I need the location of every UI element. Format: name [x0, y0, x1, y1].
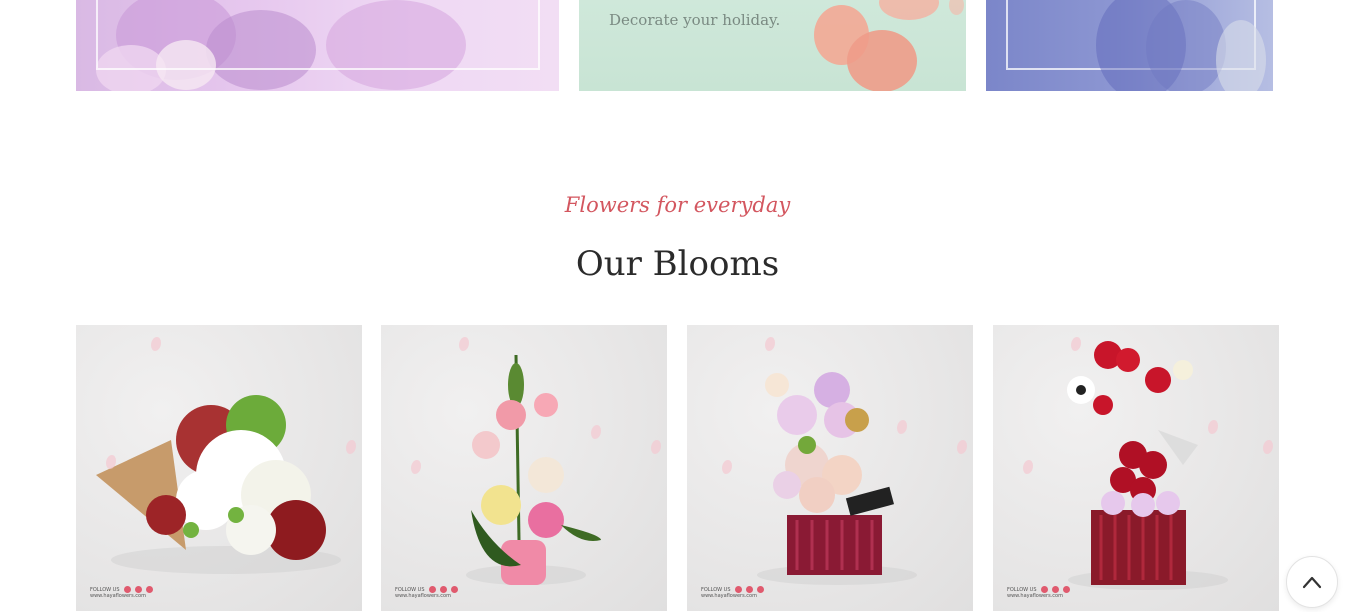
- chevron-up-icon: [1302, 576, 1322, 589]
- site-url: www.hayaflowers.com: [701, 593, 757, 599]
- card-footer: FOLLOW US www.hayaflowers.com: [701, 586, 764, 599]
- site-url: www.hayaflowers.com: [90, 593, 146, 599]
- product-card[interactable]: FOLLOW US www.hayaflowers.com: [687, 325, 973, 611]
- brand-label: FOLLOW US: [1007, 586, 1037, 593]
- banner-lavender[interactable]: [986, 0, 1273, 91]
- product-card[interactable]: FOLLOW US www.hayaflowers.com: [993, 325, 1279, 611]
- instagram-icon: [428, 586, 436, 593]
- section-title: Our Blooms: [575, 244, 780, 284]
- twitter-icon: [134, 586, 142, 593]
- product-image: [1067, 341, 1228, 590]
- facebook-icon: [450, 586, 458, 593]
- twitter-icon: [439, 586, 447, 593]
- product-image: [466, 354, 601, 585]
- site-url: www.hayaflowers.com: [1007, 593, 1063, 599]
- card-footer: FOLLOW US www.hayaflowers.com: [90, 586, 153, 599]
- banner-text: Decorate your holiday.: [609, 11, 781, 29]
- brand-label: FOLLOW US: [90, 586, 120, 593]
- twitter-icon: [745, 586, 753, 593]
- brand-label: FOLLOW US: [701, 586, 731, 593]
- section-subtitle: Flowers for everyday: [564, 193, 791, 217]
- site-url: www.hayaflowers.com: [395, 593, 451, 599]
- brand-label: FOLLOW US: [395, 586, 425, 593]
- instagram-icon: [734, 586, 742, 593]
- banner-frame: [96, 0, 540, 70]
- banner-lilac[interactable]: [76, 0, 559, 91]
- card-footer: FOLLOW US www.hayaflowers.com: [395, 586, 458, 599]
- product-image: [96, 395, 341, 574]
- instagram-icon: [1040, 586, 1048, 593]
- facebook-icon: [1062, 586, 1070, 593]
- facebook-icon: [756, 586, 764, 593]
- product-card[interactable]: FOLLOW US www.hayaflowers.com: [381, 325, 667, 611]
- product-card[interactable]: FOLLOW US www.hayaflowers.com: [76, 325, 362, 611]
- twitter-icon: [1051, 586, 1059, 593]
- scroll-top-button[interactable]: [1286, 556, 1338, 608]
- instagram-icon: [123, 586, 131, 593]
- banner-mint[interactable]: Decorate your holiday.: [579, 0, 966, 91]
- facebook-icon: [145, 586, 153, 593]
- card-footer: FOLLOW US www.hayaflowers.com: [1007, 586, 1070, 599]
